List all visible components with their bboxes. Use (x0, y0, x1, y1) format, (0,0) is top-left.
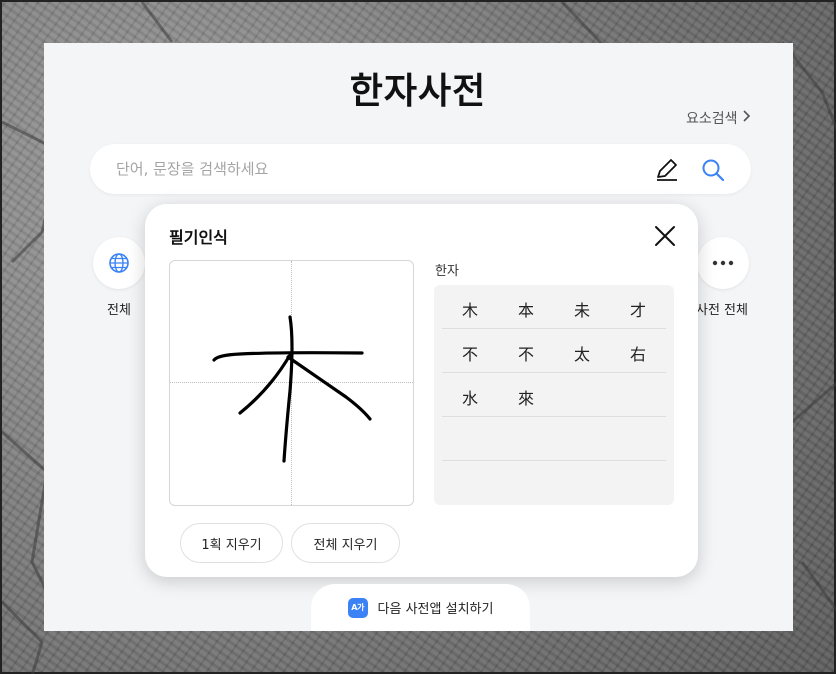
element-search-link[interactable]: 요소검색 (686, 108, 751, 128)
undo-stroke-button[interactable]: 1획 지우기 (180, 523, 283, 563)
candidate-hanja[interactable]: 不 (442, 341, 498, 365)
search-icon[interactable] (700, 157, 726, 183)
candidate-row: 木 本 未 才 (442, 285, 666, 329)
close-icon[interactable] (653, 224, 677, 248)
candidate-hanja[interactable]: 本 (498, 297, 554, 321)
candidate-hanja[interactable]: 右 (610, 341, 666, 365)
candidate-row-empty (442, 417, 666, 461)
category-more-button[interactable] (697, 237, 749, 289)
chevron-right-icon (742, 110, 751, 126)
globe-icon (109, 253, 129, 273)
daum-dictionary-app-icon: A가 (347, 597, 368, 618)
candidate-hanja[interactable]: 木 (442, 297, 498, 321)
category-all-label: 전체 (107, 303, 131, 318)
candidate-hanja[interactable]: 不 (498, 341, 554, 365)
modal-title: 필기인식 (169, 228, 228, 247)
candidate-hanja[interactable]: 水 (442, 385, 498, 409)
handwritten-strokes (212, 315, 372, 463)
pen-icon[interactable] (654, 158, 680, 182)
candidate-row: 不 不 太 右 (442, 329, 666, 373)
handwriting-canvas[interactable] (169, 260, 414, 506)
search-input[interactable] (116, 158, 636, 180)
candidate-hanja[interactable]: 太 (554, 341, 610, 365)
result-label: 한자 (435, 264, 459, 279)
category-more[interactable]: 사전 전체 (696, 237, 749, 318)
page-title: 한자사전 (349, 71, 487, 112)
install-app-label: 다음 사전앱 설치하기 (377, 602, 494, 617)
candidate-list: 木 本 未 才 不 不 太 右 水 來 (434, 285, 674, 505)
handwriting-modal: 필기인식 한자 木 本 未 才 不 不 太 右 水 來 1획 지우기 전체 지우… (145, 204, 698, 577)
candidate-hanja[interactable]: 才 (610, 297, 666, 321)
candidate-row: 水 來 (442, 373, 666, 417)
search-bar (90, 144, 751, 194)
install-app-button[interactable]: A가 다음 사전앱 설치하기 (311, 584, 530, 631)
category-all[interactable]: 전체 (93, 237, 145, 318)
candidate-hanja[interactable]: 來 (498, 385, 554, 409)
category-all-button[interactable] (93, 237, 145, 289)
element-search-label: 요소검색 (686, 111, 738, 127)
category-more-label: 사전 전체 (696, 303, 748, 318)
clear-all-button[interactable]: 전체 지우기 (291, 523, 400, 563)
more-dots-icon (712, 260, 734, 266)
candidate-hanja[interactable]: 未 (554, 297, 610, 321)
